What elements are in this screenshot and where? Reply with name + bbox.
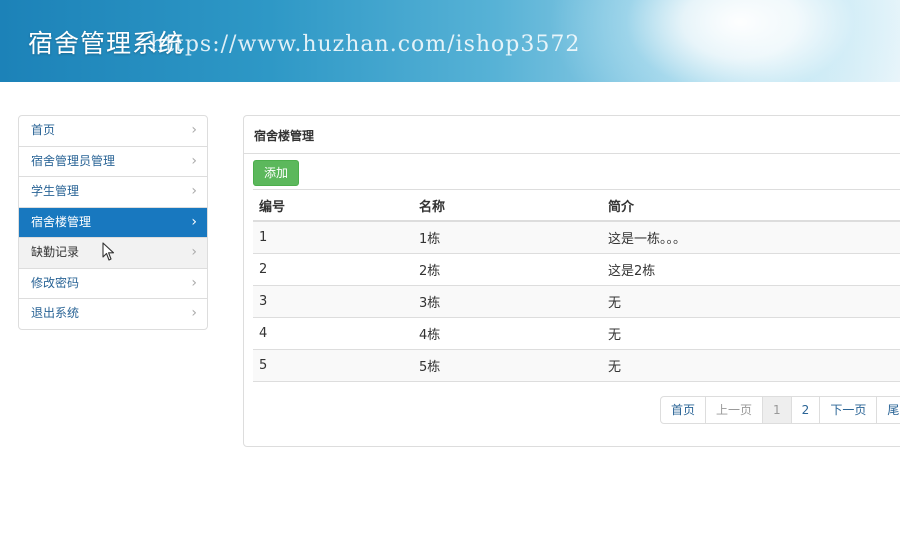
column-header-name: 名称 [413, 189, 602, 222]
sidebar-item-password[interactable]: 修改密码 › [19, 269, 207, 299]
pagination: 首页 上一页 1 2 下一页 尾页 [660, 396, 900, 424]
cell-intro: 这是一栋。。。 [602, 220, 900, 254]
cell-name: 5栋 [413, 349, 602, 382]
cell-id: 4 [253, 317, 413, 350]
cell-name: 1栋 [413, 220, 602, 254]
table-row: 5 5栋 无 [253, 349, 900, 382]
cell-id: 1 [253, 220, 413, 254]
sidebar-item-home[interactable]: 首页 › [19, 116, 207, 147]
chevron-right-icon: › [191, 122, 197, 138]
cell-intro: 无 [602, 285, 900, 318]
cell-intro: 无 [602, 349, 900, 382]
sidebar-item-label: 首页 [31, 123, 56, 137]
cell-id: 3 [253, 285, 413, 318]
add-button[interactable]: 添加 [253, 160, 299, 186]
sidebar-item-label: 缺勤记录 [31, 245, 80, 259]
chevron-right-icon: › [191, 274, 197, 291]
panel-title: 宿舍楼管理 [244, 116, 900, 154]
cell-intro: 无 [602, 317, 900, 350]
sidebar-item-dorm-admin[interactable]: 宿舍管理员管理 › [19, 147, 207, 177]
building-table: 编号 名称 简介 1 1栋 这是一栋。。。 2 2栋 这是2栋 3 3栋 无 4… [253, 189, 900, 382]
pagination-last[interactable]: 尾页 [876, 397, 900, 423]
sidebar-item-label: 修改密码 [31, 275, 80, 290]
pagination-prev[interactable]: 上一页 [705, 397, 762, 423]
cell-name: 4栋 [413, 317, 602, 350]
table-header-row: 编号 名称 简介 [253, 189, 900, 222]
cell-name: 3栋 [413, 285, 602, 318]
sidebar-item-label: 宿舍楼管理 [31, 214, 92, 229]
chevron-right-icon: › [191, 183, 197, 199]
pagination-first[interactable]: 首页 [661, 397, 705, 423]
chevron-right-icon: › [191, 305, 197, 321]
sidebar-nav: 首页 › 宿舍管理员管理 › 学生管理 › 宿舍楼管理 › 缺勤记录 › 修改密… [18, 115, 208, 330]
mouse-pointer-icon [102, 242, 115, 261]
table-row: 1 1栋 这是一栋。。。 [253, 220, 900, 254]
cell-id: 5 [253, 349, 413, 382]
column-header-id: 编号 [253, 189, 413, 222]
table-row: 2 2栋 这是2栋 [253, 253, 900, 286]
chevron-right-icon: › [191, 244, 197, 260]
header-banner: 宿舍管理系统 https://www.huzhan.com/ishop3572 [0, 0, 900, 82]
chevron-right-icon: › [191, 213, 197, 230]
pagination-next[interactable]: 下一页 [819, 397, 876, 423]
cell-name: 2栋 [413, 253, 602, 286]
table-row: 4 4栋 无 [253, 317, 900, 350]
sidebar-item-buildings[interactable]: 宿舍楼管理 › [19, 207, 207, 238]
cell-intro: 这是2栋 [602, 253, 900, 286]
sidebar-item-label: 退出系统 [31, 306, 80, 320]
column-header-intro: 简介 [602, 189, 900, 222]
chevron-right-icon: › [191, 152, 197, 169]
table-row: 3 3栋 无 [253, 285, 900, 318]
pagination-page-2[interactable]: 2 [790, 397, 820, 423]
sidebar-item-students[interactable]: 学生管理 › [19, 177, 207, 208]
cell-id: 2 [253, 253, 413, 286]
sidebar-item-label: 宿舍管理员管理 [31, 153, 116, 168]
sidebar-item-logout[interactable]: 退出系统 › [19, 299, 207, 329]
pagination-page-1[interactable]: 1 [762, 397, 791, 423]
watermark-text: https://www.huzhan.com/ishop3572 [150, 32, 581, 57]
sidebar-item-label: 学生管理 [31, 184, 80, 198]
